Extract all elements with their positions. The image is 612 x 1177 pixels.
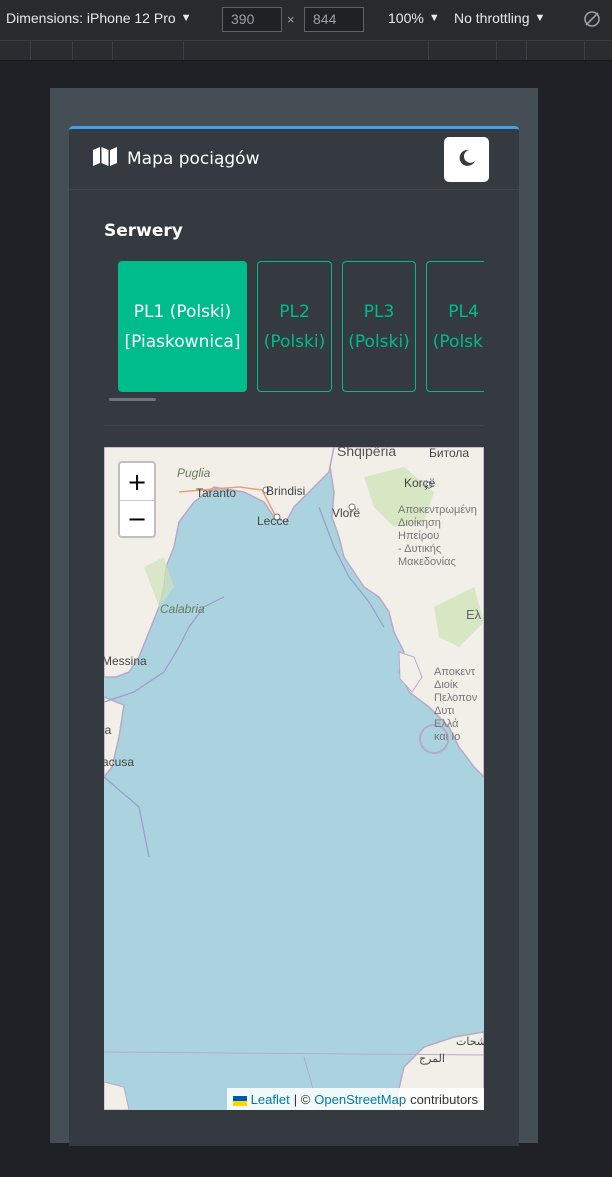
map-label-calabria: Calabria — [160, 602, 205, 616]
map-label-shahhat: شحات — [456, 1036, 484, 1048]
servers-scrollbar[interactable] — [109, 398, 156, 401]
map-label-vlore: Vlorë — [332, 506, 361, 520]
chevron-down-icon: ▼ — [428, 12, 440, 24]
map-icon — [93, 147, 117, 171]
map-attribution: Leaflet | © OpenStreetMap contributors — [226, 1088, 484, 1110]
rotate-icon[interactable] — [582, 9, 602, 32]
dimensions-label: Dimensions: iPhone 12 Pro — [6, 10, 176, 26]
server-button-pl2[interactable]: PL2 (Polski) — [257, 261, 332, 392]
map-view[interactable]: Shqipëria Битола Puglia Taranto Brindisi… — [104, 447, 484, 1110]
map-label-peloponnese: Αποκεντ Διοίκ Πελοπον Δυτι Ελλά και Ιο — [434, 666, 478, 743]
map-card: Mapa pociągów Serwery PL1 (Polski) [Pias… — [69, 126, 519, 1146]
map-label-shqiperia: Shqipëria — [337, 447, 397, 459]
chevron-down-icon: ▼ — [180, 12, 192, 24]
map-label-bitola: Битола — [429, 447, 470, 460]
theme-toggle-button[interactable] — [444, 137, 489, 182]
page-title-text: Mapa pociągów — [127, 149, 260, 169]
zoom-out-button[interactable]: − — [120, 501, 154, 537]
device-viewport: Mapa pociągów Serwery PL1 (Polski) [Pias… — [50, 88, 538, 1146]
zoom-dropdown[interactable]: 100% ▼ — [388, 10, 440, 26]
page-title: Mapa pociągów — [93, 147, 259, 171]
servers-scroller[interactable]: PL1 (Polski) [Piaskownica] PL2 (Polski) … — [118, 261, 484, 395]
zoom-control: + − — [118, 461, 156, 538]
throttling-dropdown[interactable]: No throttling ▼ — [454, 10, 545, 26]
device-dimensions-dropdown[interactable]: Dimensions: iPhone 12 Pro ▼ — [6, 10, 192, 26]
moon-icon — [458, 149, 476, 171]
map-label-taranto: Taranto — [196, 486, 237, 500]
map-label-sicily: ia — [104, 723, 112, 737]
map-label-siracusa: acusa — [104, 755, 135, 769]
leaflet-link[interactable]: Leaflet — [251, 1092, 290, 1107]
map-label-puglia: Puglia — [177, 466, 211, 480]
map-label-brindisi: Brindisi — [266, 484, 306, 498]
map-label-messina: Messina — [104, 654, 147, 668]
servers-heading: Serwery — [104, 221, 183, 241]
map-label-epirus: Αποκεντρωμένη Διοίκηση Ηπείρου - Δυτικής… — [398, 504, 477, 568]
map-label-greece: Ελ — [466, 607, 482, 622]
map-label-lecce: Lecce — [257, 514, 290, 528]
divider — [104, 425, 484, 426]
server-button-pl4[interactable]: PL4 (Polski) — [426, 261, 484, 392]
devtools-toolbar: Dimensions: iPhone 12 Pro ▼ 390 × 844 10… — [0, 0, 612, 41]
map-label-al-marj: المرج — [419, 1053, 445, 1065]
server-button-pl3[interactable]: PL3 (Polski) — [342, 261, 416, 392]
zoom-level: 100% — [388, 10, 424, 26]
zoom-in-button[interactable]: + — [120, 463, 154, 501]
width-input[interactable]: 390 — [222, 7, 282, 32]
times-symbol: × — [287, 12, 295, 27]
card-header: Mapa pociągów — [69, 129, 519, 190]
chevron-down-icon: ▼ — [534, 12, 546, 24]
attribution-contributors: contributors — [410, 1091, 478, 1107]
media-query-ruler — [0, 41, 612, 61]
height-input[interactable]: 844 — [304, 7, 364, 32]
map-label-korce: Korçë — [404, 476, 436, 490]
server-button-pl1[interactable]: PL1 (Polski) [Piaskownica] — [118, 261, 247, 392]
openstreetmap-link[interactable]: OpenStreetMap — [314, 1092, 406, 1107]
attribution-separator: | © — [293, 1091, 311, 1107]
ukraine-flag-icon — [232, 1094, 247, 1106]
throttling-label: No throttling — [454, 10, 530, 26]
